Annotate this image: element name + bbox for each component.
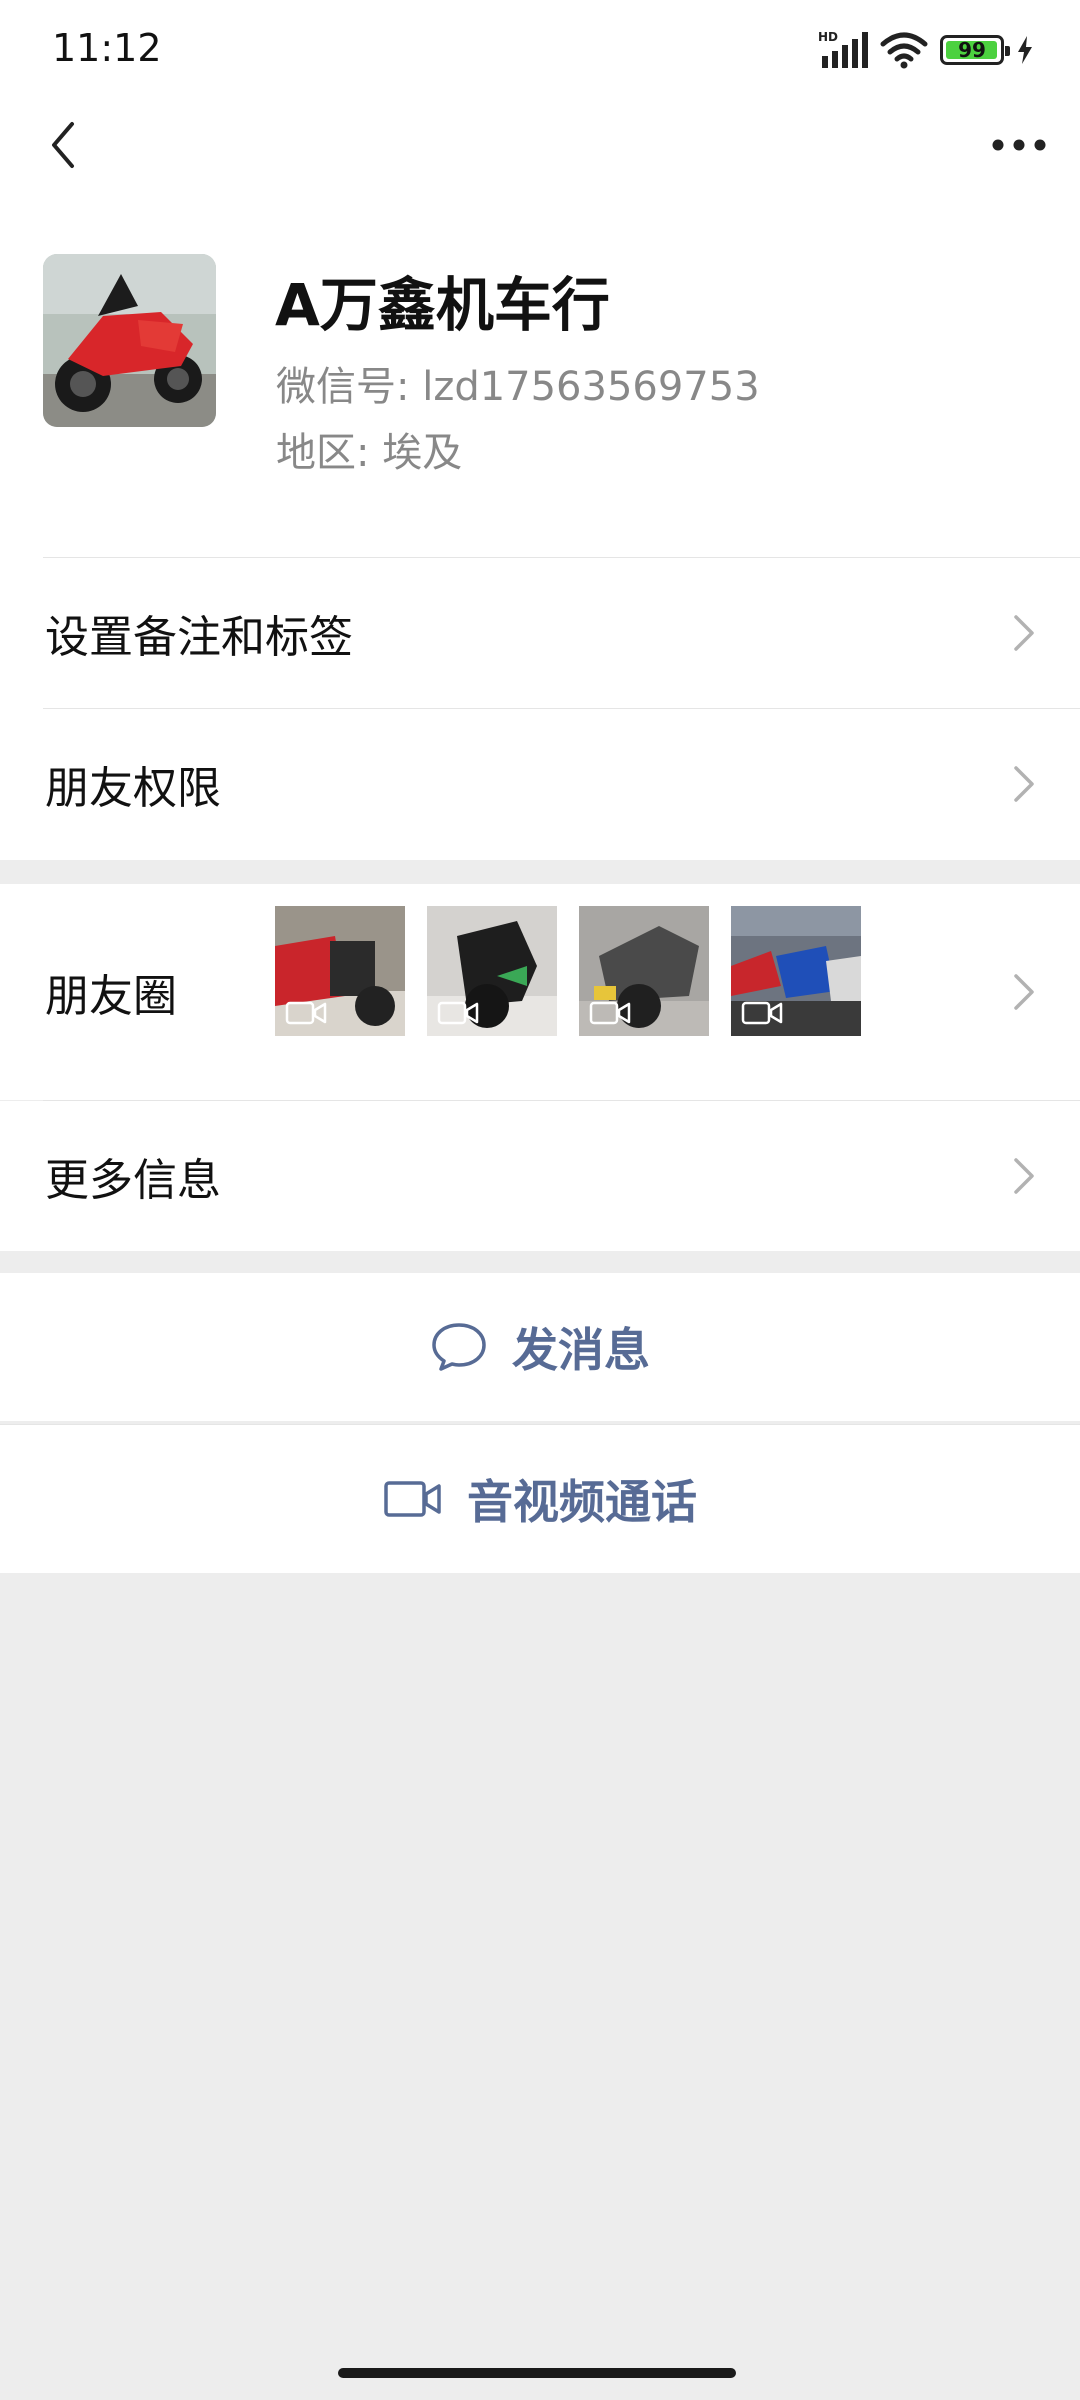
moments-thumbnail[interactable]	[579, 906, 709, 1036]
av-call-label: 音视频通话	[467, 1475, 697, 1529]
region-line: 地区: 埃及	[276, 420, 462, 478]
video-icon	[285, 1001, 327, 1025]
video-icon	[437, 1001, 479, 1025]
battery-icon: 99	[940, 35, 1010, 65]
remark-tags-row[interactable]: 设置备注和标签	[0, 558, 1080, 708]
chevron-right-icon	[1014, 974, 1034, 1010]
chevron-right-icon	[1014, 1158, 1034, 1194]
back-button[interactable]	[28, 110, 98, 180]
av-call-button[interactable]: 音视频通话	[0, 1425, 1080, 1573]
chat-bubble-icon	[432, 1323, 486, 1371]
send-message-button[interactable]: 发消息	[0, 1273, 1080, 1421]
profile-name: A万鑫机车行	[275, 271, 610, 339]
signal-icon: HD	[818, 30, 868, 68]
section-gap	[0, 1251, 1080, 1273]
friend-permissions-label: 朋友权限	[45, 763, 221, 814]
wifi-icon	[880, 32, 928, 69]
video-icon	[741, 1001, 783, 1025]
moments-row[interactable]: 朋友圈	[0, 884, 1080, 1100]
profile-header: A万鑫机车行 微信号: lzd17563569753 地区: 埃及	[0, 250, 1080, 550]
video-call-icon	[384, 1481, 441, 1517]
region-label: 地区:	[276, 430, 370, 476]
wechat-id-label: 微信号:	[276, 364, 410, 410]
chevron-right-icon	[1014, 615, 1034, 651]
moments-thumbnail[interactable]	[427, 906, 557, 1036]
moments-thumbnail[interactable]	[731, 906, 861, 1036]
wechat-id-line: 微信号: lzd17563569753	[276, 354, 760, 412]
send-message-label: 发消息	[512, 1323, 650, 1377]
moments-thumbnail[interactable]	[275, 906, 405, 1036]
chevron-right-icon	[1014, 766, 1034, 802]
moments-label: 朋友圈	[45, 971, 177, 1022]
remark-tags-label: 设置备注和标签	[45, 612, 353, 663]
avatar[interactable]	[43, 254, 216, 427]
more-info-row[interactable]: 更多信息	[0, 1101, 1080, 1251]
battery-cap	[1005, 46, 1010, 56]
more-info-label: 更多信息	[45, 1155, 221, 1206]
wechat-id-value[interactable]: lzd17563569753	[422, 364, 759, 410]
video-icon	[589, 1001, 631, 1025]
network-type-label: HD	[818, 30, 838, 44]
more-button[interactable]	[984, 110, 1054, 180]
moments-thumbnails	[275, 906, 861, 1036]
chevron-left-icon	[52, 122, 74, 168]
status-time: 11:12	[52, 26, 162, 70]
charging-icon	[1018, 36, 1032, 64]
nav-bar	[0, 100, 1080, 190]
section-gap	[0, 860, 1080, 884]
home-indicator[interactable]	[338, 2368, 736, 2378]
friend-permissions-row[interactable]: 朋友权限	[0, 709, 1080, 859]
avatar-motorcycle-image	[43, 254, 216, 427]
status-bar: 11:12 HD 99	[0, 0, 1080, 100]
battery-level: 99	[958, 38, 986, 62]
status-icons: HD 99	[818, 28, 1034, 72]
more-icon	[992, 139, 1046, 151]
region-value: 埃及	[382, 430, 463, 476]
